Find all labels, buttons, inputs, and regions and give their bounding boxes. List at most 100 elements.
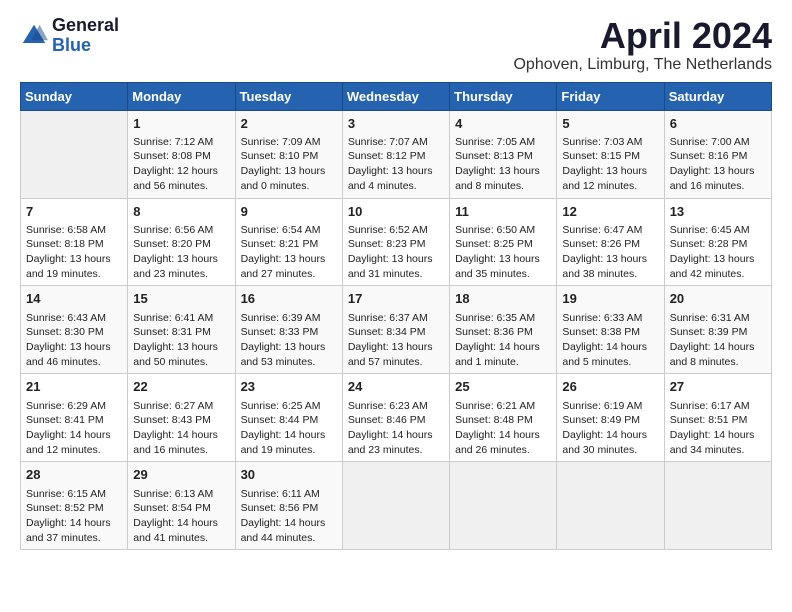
day-info: Sunrise: 6:19 AMSunset: 8:49 PMDaylight:…	[562, 399, 658, 458]
col-header-sunday: Sunday	[21, 82, 128, 110]
day-number: 21	[26, 378, 122, 396]
calendar-cell: 23 Sunrise: 6:25 AMSunset: 8:44 PMDayligh…	[235, 374, 342, 462]
day-number: 7	[26, 203, 122, 221]
calendar-cell: 6 Sunrise: 7:00 AMSunset: 8:16 PMDaylight…	[664, 110, 771, 198]
day-number: 4	[455, 115, 551, 133]
calendar-cell: 22 Sunrise: 6:27 AMSunset: 8:43 PMDayligh…	[128, 374, 235, 462]
day-number: 26	[562, 378, 658, 396]
day-info: Sunrise: 6:13 AMSunset: 8:54 PMDaylight:…	[133, 487, 229, 546]
day-number: 20	[670, 290, 766, 308]
calendar-cell: 25 Sunrise: 6:21 AMSunset: 8:48 PMDayligh…	[450, 374, 557, 462]
col-header-friday: Friday	[557, 82, 664, 110]
day-info: Sunrise: 6:21 AMSunset: 8:48 PMDaylight:…	[455, 399, 551, 458]
week-row-5: 28 Sunrise: 6:15 AMSunset: 8:52 PMDayligh…	[21, 462, 772, 550]
calendar-cell: 2 Sunrise: 7:09 AMSunset: 8:10 PMDaylight…	[235, 110, 342, 198]
main-title: April 2024	[513, 16, 772, 56]
day-number: 16	[241, 290, 337, 308]
day-info: Sunrise: 6:58 AMSunset: 8:18 PMDaylight:…	[26, 223, 122, 282]
day-info: Sunrise: 6:43 AMSunset: 8:30 PMDaylight:…	[26, 311, 122, 370]
day-info: Sunrise: 6:41 AMSunset: 8:31 PMDaylight:…	[133, 311, 229, 370]
day-number: 2	[241, 115, 337, 133]
day-info: Sunrise: 6:35 AMSunset: 8:36 PMDaylight:…	[455, 311, 551, 370]
col-header-thursday: Thursday	[450, 82, 557, 110]
day-number: 25	[455, 378, 551, 396]
calendar-cell: 11 Sunrise: 6:50 AMSunset: 8:25 PMDayligh…	[450, 198, 557, 286]
calendar-cell	[21, 110, 128, 198]
day-info: Sunrise: 6:27 AMSunset: 8:43 PMDaylight:…	[133, 399, 229, 458]
day-info: Sunrise: 6:37 AMSunset: 8:34 PMDaylight:…	[348, 311, 444, 370]
day-number: 24	[348, 378, 444, 396]
day-info: Sunrise: 7:05 AMSunset: 8:13 PMDaylight:…	[455, 135, 551, 194]
calendar-cell: 1 Sunrise: 7:12 AMSunset: 8:08 PMDaylight…	[128, 110, 235, 198]
col-header-tuesday: Tuesday	[235, 82, 342, 110]
day-info: Sunrise: 6:54 AMSunset: 8:21 PMDaylight:…	[241, 223, 337, 282]
week-row-2: 7 Sunrise: 6:58 AMSunset: 8:18 PMDaylight…	[21, 198, 772, 286]
week-row-4: 21 Sunrise: 6:29 AMSunset: 8:41 PMDayligh…	[21, 374, 772, 462]
calendar-cell: 7 Sunrise: 6:58 AMSunset: 8:18 PMDaylight…	[21, 198, 128, 286]
day-number: 14	[26, 290, 122, 308]
calendar-cell: 5 Sunrise: 7:03 AMSunset: 8:15 PMDaylight…	[557, 110, 664, 198]
day-number: 1	[133, 115, 229, 133]
calendar-cell: 12Sunrise: 6:47 AMSunset: 8:26 PMDayligh…	[557, 198, 664, 286]
day-info: Sunrise: 6:52 AMSunset: 8:23 PMDaylight:…	[348, 223, 444, 282]
col-header-monday: Monday	[128, 82, 235, 110]
calendar-table: SundayMondayTuesdayWednesdayThursdayFrid…	[20, 82, 772, 551]
day-info: Sunrise: 6:47 AMSunset: 8:26 PMDaylight:…	[562, 223, 658, 282]
day-number: 9	[241, 203, 337, 221]
day-number: 19	[562, 290, 658, 308]
calendar-cell: 14 Sunrise: 6:43 AMSunset: 8:30 PMDayligh…	[21, 286, 128, 374]
calendar-cell: 24 Sunrise: 6:23 AMSunset: 8:46 PMDayligh…	[342, 374, 449, 462]
day-number: 17	[348, 290, 444, 308]
calendar-cell: 30Sunrise: 6:11 AMSunset: 8:56 PMDayligh…	[235, 462, 342, 550]
day-number: 10	[348, 203, 444, 221]
calendar-cell: 9 Sunrise: 6:54 AMSunset: 8:21 PMDaylight…	[235, 198, 342, 286]
calendar-cell: 15 Sunrise: 6:41 AMSunset: 8:31 PMDayligh…	[128, 286, 235, 374]
day-info: Sunrise: 6:23 AMSunset: 8:46 PMDaylight:…	[348, 399, 444, 458]
calendar-cell: 16 Sunrise: 6:39 AMSunset: 8:33 PMDayligh…	[235, 286, 342, 374]
logo-text-general: General	[52, 16, 119, 36]
calendar-cell: 4 Sunrise: 7:05 AMSunset: 8:13 PMDaylight…	[450, 110, 557, 198]
day-number: 23	[241, 378, 337, 396]
calendar-cell	[342, 462, 449, 550]
day-number: 15	[133, 290, 229, 308]
calendar-cell: 13Sunrise: 6:45 AMSunset: 8:28 PMDayligh…	[664, 198, 771, 286]
day-number: 6	[670, 115, 766, 133]
logo: General Blue	[20, 16, 119, 56]
week-row-1: 1 Sunrise: 7:12 AMSunset: 8:08 PMDaylight…	[21, 110, 772, 198]
calendar-cell: 29 Sunrise: 6:13 AMSunset: 8:54 PMDayligh…	[128, 462, 235, 550]
day-number: 28	[26, 466, 122, 484]
day-number: 3	[348, 115, 444, 133]
day-info: Sunrise: 6:15 AMSunset: 8:52 PMDaylight:…	[26, 487, 122, 546]
day-number: 22	[133, 378, 229, 396]
calendar-cell: 3Sunrise: 7:07 AMSunset: 8:12 PMDaylight…	[342, 110, 449, 198]
day-number: 5	[562, 115, 658, 133]
day-info: Sunrise: 7:09 AMSunset: 8:10 PMDaylight:…	[241, 135, 337, 194]
day-number: 18	[455, 290, 551, 308]
day-info: Sunrise: 7:03 AMSunset: 8:15 PMDaylight:…	[562, 135, 658, 194]
day-info: Sunrise: 6:45 AMSunset: 8:28 PMDaylight:…	[670, 223, 766, 282]
day-info: Sunrise: 7:12 AMSunset: 8:08 PMDaylight:…	[133, 135, 229, 194]
day-number: 8	[133, 203, 229, 221]
day-info: Sunrise: 7:00 AMSunset: 8:16 PMDaylight:…	[670, 135, 766, 194]
logo-text-blue: Blue	[52, 36, 119, 56]
calendar-cell: 28 Sunrise: 6:15 AMSunset: 8:52 PMDayligh…	[21, 462, 128, 550]
calendar-cell: 21 Sunrise: 6:29 AMSunset: 8:41 PMDayligh…	[21, 374, 128, 462]
calendar-cell	[557, 462, 664, 550]
day-info: Sunrise: 6:39 AMSunset: 8:33 PMDaylight:…	[241, 311, 337, 370]
day-info: Sunrise: 6:25 AMSunset: 8:44 PMDaylight:…	[241, 399, 337, 458]
day-info: Sunrise: 6:29 AMSunset: 8:41 PMDaylight:…	[26, 399, 122, 458]
week-row-3: 14 Sunrise: 6:43 AMSunset: 8:30 PMDayligh…	[21, 286, 772, 374]
calendar-cell: 26 Sunrise: 6:19 AMSunset: 8:49 PMDayligh…	[557, 374, 664, 462]
calendar-cell	[450, 462, 557, 550]
col-header-saturday: Saturday	[664, 82, 771, 110]
calendar-cell: 20 Sunrise: 6:31 AMSunset: 8:39 PMDayligh…	[664, 286, 771, 374]
day-info: Sunrise: 6:31 AMSunset: 8:39 PMDaylight:…	[670, 311, 766, 370]
calendar-cell: 17 Sunrise: 6:37 AMSunset: 8:34 PMDayligh…	[342, 286, 449, 374]
day-number: 29	[133, 466, 229, 484]
page-header: General Blue April 2024 Ophoven, Limburg…	[20, 16, 772, 74]
logo-icon	[20, 22, 48, 50]
day-info: Sunrise: 6:11 AMSunset: 8:56 PMDaylight:…	[241, 487, 337, 546]
calendar-cell	[664, 462, 771, 550]
day-info: Sunrise: 6:50 AMSunset: 8:25 PMDaylight:…	[455, 223, 551, 282]
day-number: 11	[455, 203, 551, 221]
